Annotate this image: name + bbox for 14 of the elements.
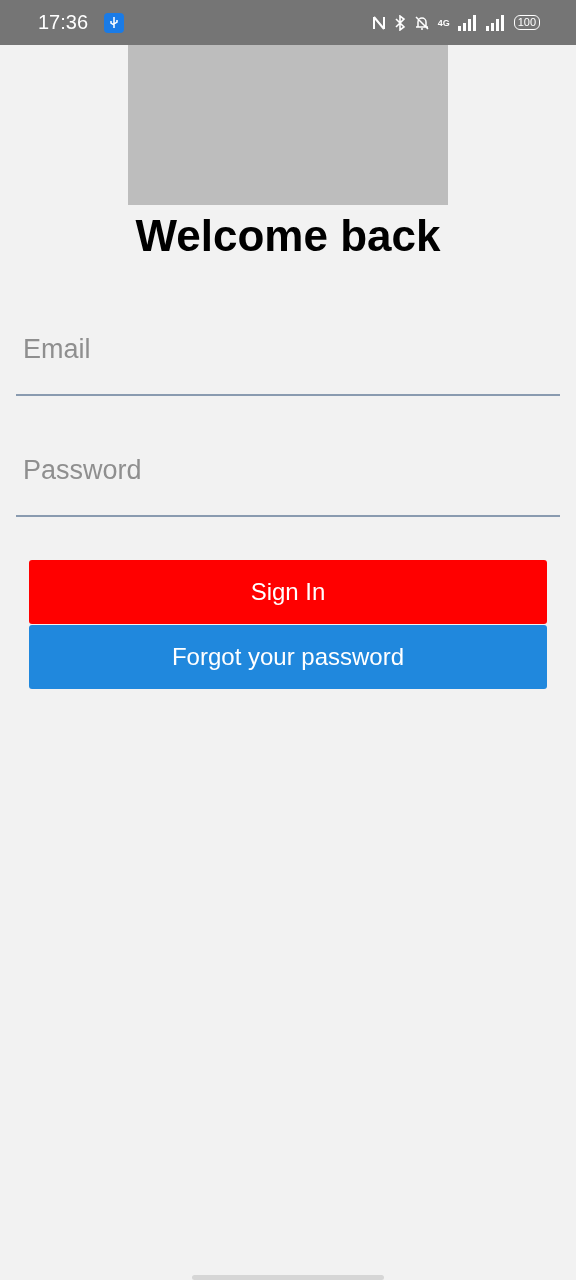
muted-bell-icon — [413, 14, 430, 31]
input-field[interactable]: Password — [16, 426, 560, 517]
page-title: Welcome back — [135, 211, 441, 261]
nfc-icon — [371, 14, 386, 31]
clock: 17:36 — [38, 11, 89, 34]
bluetooth-icon — [393, 14, 406, 31]
input-field[interactable]: Email — [16, 305, 560, 396]
sign-in-button[interactable]: Sign In — [29, 560, 547, 624]
forgot-password-button[interactable]: Forgot your password — [29, 625, 547, 689]
network-type: 4G — [437, 17, 450, 28]
battery-level: 100 — [513, 15, 540, 30]
signal-icon — [457, 14, 478, 31]
signal-icon — [485, 14, 506, 31]
usb-icon — [104, 12, 125, 33]
